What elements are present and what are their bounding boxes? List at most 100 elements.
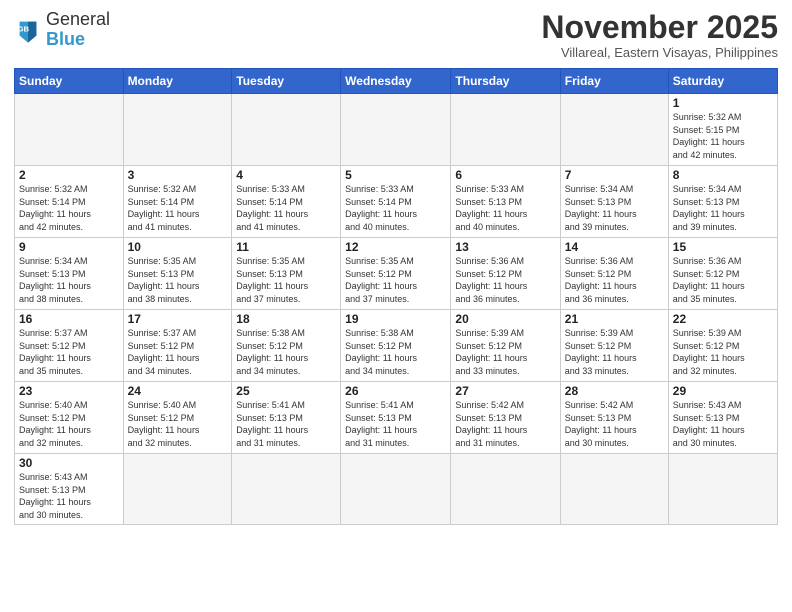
calendar-cell — [341, 94, 451, 166]
day-number: 30 — [19, 456, 119, 470]
day-info: Sunrise: 5:34 AMSunset: 5:13 PMDaylight:… — [673, 183, 773, 233]
calendar-cell — [560, 94, 668, 166]
calendar-cell: 7Sunrise: 5:34 AMSunset: 5:13 PMDaylight… — [560, 166, 668, 238]
header: GB General Blue November 2025 Villareal,… — [14, 10, 778, 60]
calendar-cell: 11Sunrise: 5:35 AMSunset: 5:13 PMDayligh… — [232, 238, 341, 310]
logo-line2: Blue — [46, 30, 110, 50]
logo: GB General Blue — [14, 10, 110, 50]
day-info: Sunrise: 5:33 AMSunset: 5:14 PMDaylight:… — [345, 183, 446, 233]
header-friday: Friday — [560, 69, 668, 94]
day-number: 24 — [128, 384, 228, 398]
day-number: 10 — [128, 240, 228, 254]
day-info: Sunrise: 5:36 AMSunset: 5:12 PMDaylight:… — [455, 255, 555, 305]
calendar-cell: 10Sunrise: 5:35 AMSunset: 5:13 PMDayligh… — [123, 238, 232, 310]
day-number: 2 — [19, 168, 119, 182]
day-number: 9 — [19, 240, 119, 254]
day-info: Sunrise: 5:35 AMSunset: 5:13 PMDaylight:… — [128, 255, 228, 305]
calendar-cell: 29Sunrise: 5:43 AMSunset: 5:13 PMDayligh… — [668, 382, 777, 454]
day-info: Sunrise: 5:41 AMSunset: 5:13 PMDaylight:… — [236, 399, 336, 449]
calendar-cell: 8Sunrise: 5:34 AMSunset: 5:13 PMDaylight… — [668, 166, 777, 238]
day-info: Sunrise: 5:38 AMSunset: 5:12 PMDaylight:… — [345, 327, 446, 377]
calendar-cell: 9Sunrise: 5:34 AMSunset: 5:13 PMDaylight… — [15, 238, 124, 310]
day-info: Sunrise: 5:38 AMSunset: 5:12 PMDaylight:… — [236, 327, 336, 377]
calendar-cell — [15, 94, 124, 166]
day-number: 28 — [565, 384, 664, 398]
calendar-cell — [451, 94, 560, 166]
day-number: 6 — [455, 168, 555, 182]
day-number: 26 — [345, 384, 446, 398]
calendar-cell: 23Sunrise: 5:40 AMSunset: 5:12 PMDayligh… — [15, 382, 124, 454]
day-number: 13 — [455, 240, 555, 254]
day-info: Sunrise: 5:32 AMSunset: 5:15 PMDaylight:… — [673, 111, 773, 161]
day-info: Sunrise: 5:33 AMSunset: 5:13 PMDaylight:… — [455, 183, 555, 233]
day-info: Sunrise: 5:32 AMSunset: 5:14 PMDaylight:… — [128, 183, 228, 233]
calendar-cell: 18Sunrise: 5:38 AMSunset: 5:12 PMDayligh… — [232, 310, 341, 382]
calendar-cell: 26Sunrise: 5:41 AMSunset: 5:13 PMDayligh… — [341, 382, 451, 454]
calendar-cell: 21Sunrise: 5:39 AMSunset: 5:12 PMDayligh… — [560, 310, 668, 382]
calendar-cell — [123, 454, 232, 524]
logo-text: General Blue — [46, 10, 110, 50]
calendar-table: Sunday Monday Tuesday Wednesday Thursday… — [14, 68, 778, 524]
calendar-cell: 16Sunrise: 5:37 AMSunset: 5:12 PMDayligh… — [15, 310, 124, 382]
day-number: 7 — [565, 168, 664, 182]
day-number: 4 — [236, 168, 336, 182]
day-number: 25 — [236, 384, 336, 398]
svg-text:GB: GB — [18, 24, 30, 33]
title-area: November 2025 Villareal, Eastern Visayas… — [541, 10, 778, 60]
logo-line1: General — [46, 10, 110, 30]
day-number: 27 — [455, 384, 555, 398]
day-info: Sunrise: 5:39 AMSunset: 5:12 PMDaylight:… — [455, 327, 555, 377]
calendar-cell — [232, 454, 341, 524]
calendar-cell: 17Sunrise: 5:37 AMSunset: 5:12 PMDayligh… — [123, 310, 232, 382]
day-info: Sunrise: 5:35 AMSunset: 5:13 PMDaylight:… — [236, 255, 336, 305]
logo-icon: GB — [14, 16, 42, 44]
calendar-cell: 5Sunrise: 5:33 AMSunset: 5:14 PMDaylight… — [341, 166, 451, 238]
calendar-cell: 25Sunrise: 5:41 AMSunset: 5:13 PMDayligh… — [232, 382, 341, 454]
calendar-cell: 15Sunrise: 5:36 AMSunset: 5:12 PMDayligh… — [668, 238, 777, 310]
calendar-cell: 2Sunrise: 5:32 AMSunset: 5:14 PMDaylight… — [15, 166, 124, 238]
day-info: Sunrise: 5:35 AMSunset: 5:12 PMDaylight:… — [345, 255, 446, 305]
calendar-cell — [232, 94, 341, 166]
day-number: 22 — [673, 312, 773, 326]
header-monday: Monday — [123, 69, 232, 94]
calendar-cell: 4Sunrise: 5:33 AMSunset: 5:14 PMDaylight… — [232, 166, 341, 238]
day-info: Sunrise: 5:41 AMSunset: 5:13 PMDaylight:… — [345, 399, 446, 449]
day-info: Sunrise: 5:37 AMSunset: 5:12 PMDaylight:… — [128, 327, 228, 377]
calendar-cell: 12Sunrise: 5:35 AMSunset: 5:12 PMDayligh… — [341, 238, 451, 310]
calendar-row: 1Sunrise: 5:32 AMSunset: 5:15 PMDaylight… — [15, 94, 778, 166]
calendar-cell: 24Sunrise: 5:40 AMSunset: 5:12 PMDayligh… — [123, 382, 232, 454]
day-info: Sunrise: 5:37 AMSunset: 5:12 PMDaylight:… — [19, 327, 119, 377]
calendar-cell: 6Sunrise: 5:33 AMSunset: 5:13 PMDaylight… — [451, 166, 560, 238]
calendar-cell: 28Sunrise: 5:42 AMSunset: 5:13 PMDayligh… — [560, 382, 668, 454]
header-saturday: Saturday — [668, 69, 777, 94]
day-number: 23 — [19, 384, 119, 398]
day-number: 3 — [128, 168, 228, 182]
calendar-cell: 19Sunrise: 5:38 AMSunset: 5:12 PMDayligh… — [341, 310, 451, 382]
day-number: 18 — [236, 312, 336, 326]
day-info: Sunrise: 5:40 AMSunset: 5:12 PMDaylight:… — [19, 399, 119, 449]
day-number: 5 — [345, 168, 446, 182]
calendar-cell — [560, 454, 668, 524]
day-number: 11 — [236, 240, 336, 254]
day-number: 1 — [673, 96, 773, 110]
header-thursday: Thursday — [451, 69, 560, 94]
day-info: Sunrise: 5:32 AMSunset: 5:14 PMDaylight:… — [19, 183, 119, 233]
header-sunday: Sunday — [15, 69, 124, 94]
day-number: 16 — [19, 312, 119, 326]
calendar-row: 16Sunrise: 5:37 AMSunset: 5:12 PMDayligh… — [15, 310, 778, 382]
calendar-cell: 13Sunrise: 5:36 AMSunset: 5:12 PMDayligh… — [451, 238, 560, 310]
weekday-header-row: Sunday Monday Tuesday Wednesday Thursday… — [15, 69, 778, 94]
day-number: 8 — [673, 168, 773, 182]
day-info: Sunrise: 5:36 AMSunset: 5:12 PMDaylight:… — [673, 255, 773, 305]
day-info: Sunrise: 5:34 AMSunset: 5:13 PMDaylight:… — [565, 183, 664, 233]
calendar-cell: 30Sunrise: 5:43 AMSunset: 5:13 PMDayligh… — [15, 454, 124, 524]
day-info: Sunrise: 5:43 AMSunset: 5:13 PMDaylight:… — [19, 471, 119, 521]
day-number: 20 — [455, 312, 555, 326]
day-number: 29 — [673, 384, 773, 398]
calendar-cell: 20Sunrise: 5:39 AMSunset: 5:12 PMDayligh… — [451, 310, 560, 382]
calendar-cell — [668, 454, 777, 524]
page: GB General Blue November 2025 Villareal,… — [0, 0, 792, 612]
day-number: 15 — [673, 240, 773, 254]
day-info: Sunrise: 5:34 AMSunset: 5:13 PMDaylight:… — [19, 255, 119, 305]
day-number: 14 — [565, 240, 664, 254]
